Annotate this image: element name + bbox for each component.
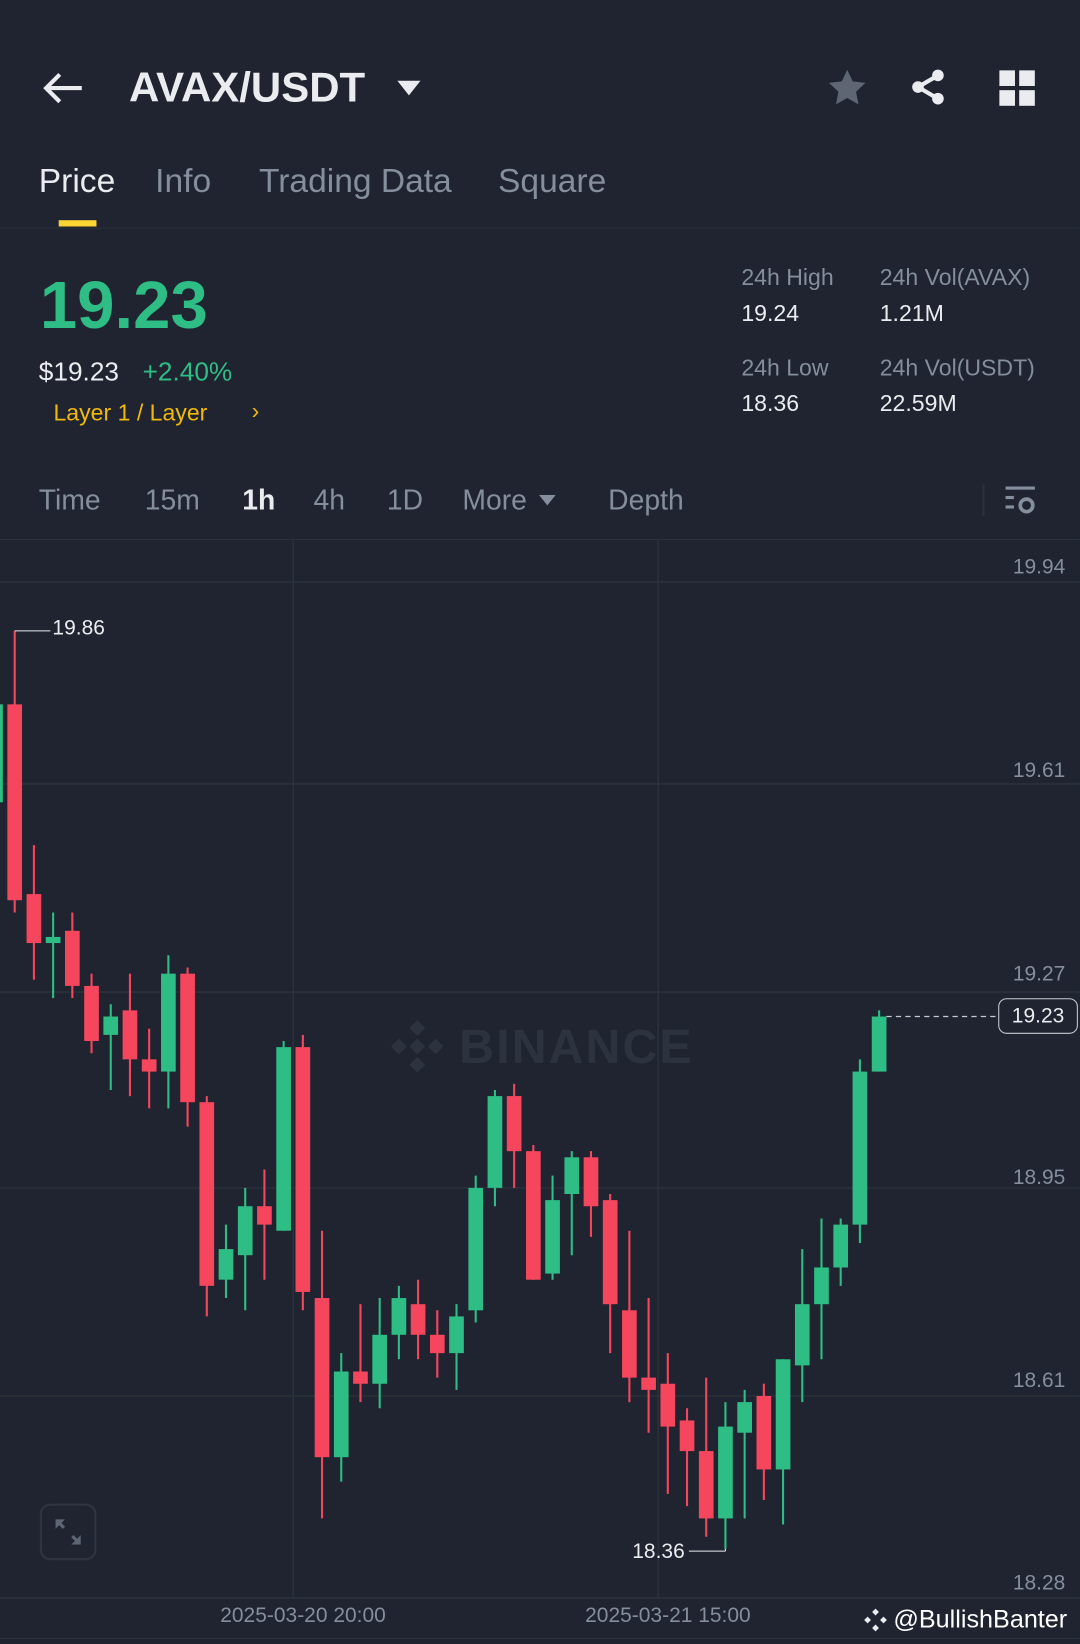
candle-down xyxy=(679,1420,695,1452)
candle-up xyxy=(775,1359,791,1470)
candle-up xyxy=(0,704,3,803)
binance-logo-icon xyxy=(391,1020,444,1073)
candle-up xyxy=(45,936,61,944)
candle-up xyxy=(103,1016,119,1035)
candle-up xyxy=(718,1426,733,1519)
candle-down xyxy=(698,1451,714,1519)
candle-down xyxy=(314,1298,330,1458)
y-tick-label: 18.61 xyxy=(1012,1369,1066,1393)
credit-text: @BullishBanter xyxy=(893,1605,1068,1634)
candle-down xyxy=(180,973,195,1103)
candle-up xyxy=(276,1047,291,1231)
candle-up xyxy=(333,1371,349,1458)
candle-down xyxy=(622,1310,637,1378)
candle-down xyxy=(122,1010,138,1060)
y-tick-label: 19.94 xyxy=(1012,555,1066,579)
candle-up xyxy=(814,1267,829,1305)
bottom-divider xyxy=(0,1637,1080,1639)
current-price-tag: 19.23 xyxy=(998,998,1078,1034)
watermark-text: BINANCE xyxy=(459,1019,694,1074)
candle-down xyxy=(141,1059,157,1072)
candle-down xyxy=(583,1157,599,1207)
candle-down xyxy=(429,1334,445,1354)
candlestick-chart[interactable] xyxy=(0,0,1080,1644)
y-tick-label: 18.28 xyxy=(1012,1571,1066,1595)
candle-down xyxy=(660,1383,676,1427)
x-tick-label: 2025-03-21 15:00 xyxy=(585,1604,751,1628)
candle-up xyxy=(871,1016,887,1072)
candle-up xyxy=(833,1224,849,1268)
candle-down xyxy=(602,1200,618,1305)
expand-icon xyxy=(55,1519,81,1545)
candle-down xyxy=(64,930,80,986)
y-tick-label: 19.61 xyxy=(1012,759,1066,783)
candle-down xyxy=(756,1395,772,1470)
candle-down xyxy=(7,704,23,901)
candle-down xyxy=(199,1102,215,1286)
candle-down xyxy=(26,894,42,944)
fullscreen-button[interactable] xyxy=(39,1503,97,1561)
candle-down xyxy=(353,1371,368,1384)
candle-down xyxy=(257,1206,272,1225)
candle-down xyxy=(526,1151,541,1280)
candle-down xyxy=(641,1377,656,1390)
candle-up xyxy=(852,1071,868,1225)
candle-up xyxy=(545,1200,560,1274)
y-tick-label: 19.27 xyxy=(1012,962,1066,986)
candle-down xyxy=(295,1047,311,1292)
candle-up xyxy=(161,973,176,1072)
x-tick-label: 2025-03-20 20:00 xyxy=(220,1604,386,1628)
binance-watermark: BINANCE xyxy=(386,1015,694,1078)
binance-small-logo-icon xyxy=(864,1608,887,1632)
credit-watermark: @BullishBanter xyxy=(862,1604,1067,1635)
min-price-label: 18.36 xyxy=(632,1540,685,1564)
candle-up xyxy=(794,1304,810,1366)
candle-up xyxy=(487,1096,503,1188)
candle-up xyxy=(468,1187,484,1311)
app-screen: AVAX/USDT Price Info Trading Data Square… xyxy=(0,0,1080,1644)
candle-up xyxy=(237,1206,253,1256)
max-price-label: 19.86 xyxy=(52,616,105,640)
candle-up xyxy=(218,1249,234,1280)
candle-down xyxy=(84,985,99,1041)
y-tick-label: 18.95 xyxy=(1012,1165,1066,1190)
candle-up xyxy=(391,1298,407,1335)
candle-up xyxy=(737,1402,752,1433)
candle-up xyxy=(449,1316,464,1354)
candle-up xyxy=(372,1334,388,1384)
candle-down xyxy=(410,1304,426,1335)
candle-down xyxy=(506,1096,522,1152)
candle-up xyxy=(564,1157,580,1195)
